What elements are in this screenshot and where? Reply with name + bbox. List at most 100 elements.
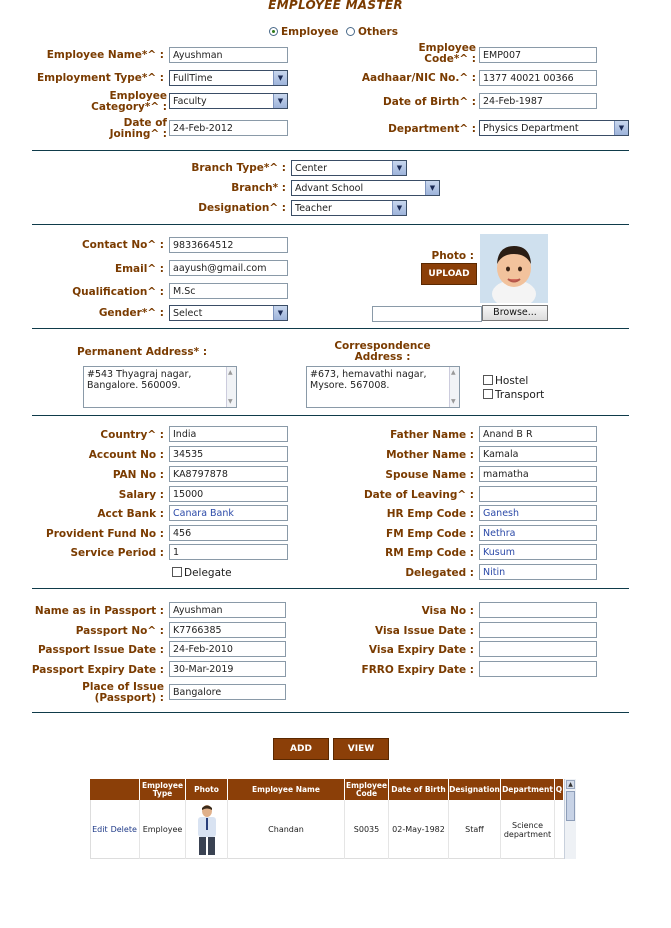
- department-value: Physics Department: [483, 123, 579, 134]
- service-period-input[interactable]: 1: [169, 544, 288, 560]
- father-name-input[interactable]: Anand B R: [479, 426, 597, 442]
- divider: [32, 588, 629, 589]
- delegated-label: Delegated :: [405, 567, 474, 579]
- date-of-birth-label: Date of Birth^ :: [383, 96, 476, 108]
- visa-expiry-label: Visa Expiry Date :: [368, 644, 474, 656]
- divider: [32, 415, 629, 416]
- account-no-input[interactable]: 34535: [169, 446, 288, 462]
- page-title: EMPLOYEE MASTER: [268, 0, 403, 12]
- date-of-joining-input[interactable]: 24-Feb-2012: [169, 120, 288, 136]
- passport-expiry-input[interactable]: 30-Mar-2019: [169, 661, 286, 677]
- frro-expiry-input[interactable]: [479, 661, 597, 677]
- delegated-input[interactable]: Nitin: [479, 564, 597, 580]
- salary-input[interactable]: 15000: [169, 486, 288, 502]
- browse-button[interactable]: Browse...: [482, 305, 548, 321]
- gender-select[interactable]: Select ▼: [169, 305, 288, 321]
- add-button[interactable]: ADD: [273, 738, 329, 760]
- permanent-address-label: Permanent Address* :: [76, 346, 208, 358]
- passport-name-input[interactable]: Ayushman: [169, 602, 286, 618]
- photo-label: Photo :: [431, 250, 474, 262]
- table-row-actions: Edit Delete: [90, 800, 140, 859]
- divider: [32, 224, 629, 225]
- visa-issue-input[interactable]: [479, 622, 597, 638]
- branch-label: Branch* :: [231, 182, 286, 194]
- contact-no-input[interactable]: 9833664512: [169, 237, 288, 253]
- delegate-checkbox[interactable]: [172, 567, 182, 577]
- delete-link[interactable]: Delete: [111, 825, 137, 834]
- visa-no-input[interactable]: [479, 602, 597, 618]
- hostel-checkbox[interactable]: [483, 375, 493, 385]
- date-of-birth-input[interactable]: 24-Feb-1987: [479, 93, 597, 109]
- employment-type-value: FullTime: [173, 73, 213, 84]
- passport-issue-input[interactable]: 24-Feb-2010: [169, 641, 286, 657]
- employment-type-label: Employment Type*^ :: [36, 72, 164, 84]
- others-radio[interactable]: [346, 27, 355, 36]
- file-path-input[interactable]: [372, 306, 482, 322]
- rm-emp-code-label: RM Emp Code :: [385, 547, 474, 559]
- scroll-up-icon[interactable]: ▲: [566, 780, 575, 789]
- others-radio-label: Others: [358, 26, 398, 38]
- visa-no-label: Visa No :: [421, 605, 474, 617]
- table-header-department: Department: [501, 779, 555, 800]
- account-no-label: Account No :: [88, 449, 164, 461]
- rm-emp-code-input[interactable]: Kusum: [479, 544, 597, 560]
- transport-label: Transport: [495, 389, 545, 401]
- branch-select[interactable]: Advant School ▼: [291, 180, 440, 196]
- employee-category-select[interactable]: Faculty ▼: [169, 93, 288, 109]
- table-header-employee-code: Employee Code: [345, 779, 389, 800]
- pan-no-input[interactable]: KA8797878: [169, 466, 288, 482]
- visa-expiry-input[interactable]: [479, 641, 597, 657]
- table-cell-department: Science department: [501, 800, 555, 859]
- acct-bank-label: Acct Bank :: [97, 508, 164, 520]
- qualification-input[interactable]: M.Sc: [169, 283, 288, 299]
- date-of-joining-label: Date of Joining^ :: [109, 117, 167, 140]
- table-cell-designation: Staff: [449, 800, 501, 859]
- employee-code-input[interactable]: EMP007: [479, 47, 597, 63]
- table-cell-date-of-birth: 02-May-1982: [389, 800, 449, 859]
- email-input[interactable]: aayush@gmail.com: [169, 260, 288, 276]
- chevron-down-icon: ▼: [425, 181, 439, 195]
- transport-checkbox[interactable]: [483, 389, 493, 399]
- hr-emp-code-input[interactable]: Ganesh: [479, 505, 597, 521]
- designation-value: Teacher: [295, 203, 332, 214]
- acct-bank-input[interactable]: Canara Bank: [169, 505, 288, 521]
- country-input[interactable]: India: [169, 426, 288, 442]
- branch-type-select[interactable]: Center ▼: [291, 160, 407, 176]
- scrollbar[interactable]: [226, 367, 236, 407]
- mother-name-label: Mother Name :: [386, 449, 474, 461]
- scrollbar[interactable]: [449, 367, 459, 407]
- department-select[interactable]: Physics Department ▼: [479, 120, 629, 136]
- passport-name-label: Name as in Passport :: [34, 605, 164, 617]
- employee-name-input[interactable]: Ayushman: [169, 47, 288, 63]
- permanent-address-input[interactable]: #543 Thyagraj nagar, Bangalore. 560009.: [83, 366, 237, 408]
- chevron-down-icon: ▼: [273, 94, 287, 108]
- mother-name-input[interactable]: Kamala: [479, 446, 597, 462]
- spouse-name-label: Spouse Name :: [385, 469, 474, 481]
- provident-fund-input[interactable]: 456: [169, 525, 288, 541]
- branch-type-value: Center: [295, 163, 327, 174]
- date-of-leaving-input[interactable]: [479, 486, 597, 502]
- gender-value: Select: [173, 308, 203, 319]
- employment-type-select[interactable]: FullTime ▼: [169, 70, 288, 86]
- employee-photo: [480, 234, 548, 303]
- department-label: Department^ :: [388, 123, 476, 135]
- employee-radio[interactable]: [269, 27, 278, 36]
- table-scrollbar[interactable]: ▲: [564, 779, 576, 859]
- chevron-down-icon: ▼: [273, 71, 287, 85]
- upload-button[interactable]: UPLOAD: [421, 263, 477, 285]
- father-name-label: Father Name :: [390, 429, 474, 441]
- fm-emp-code-input[interactable]: Nethra: [479, 525, 597, 541]
- branch-type-label: Branch Type*^ :: [191, 162, 286, 174]
- place-of-issue-input[interactable]: Bangalore: [169, 684, 286, 700]
- correspondence-address-input[interactable]: #673, hemavathi nagar, Mysore. 567008.: [306, 366, 460, 408]
- designation-select[interactable]: Teacher ▼: [291, 200, 407, 216]
- person-photo-icon: [197, 804, 216, 855]
- edit-link[interactable]: Edit: [92, 825, 108, 834]
- spouse-name-input[interactable]: mamatha: [479, 466, 597, 482]
- aadhaar-input[interactable]: 1377 40021 00366: [479, 70, 597, 86]
- table-header-q: Q: [555, 779, 564, 800]
- passport-no-input[interactable]: K7766385: [169, 622, 286, 638]
- qualification-label: Qualification^ :: [72, 286, 164, 298]
- scroll-thumb[interactable]: [566, 791, 575, 821]
- view-button[interactable]: VIEW: [333, 738, 389, 760]
